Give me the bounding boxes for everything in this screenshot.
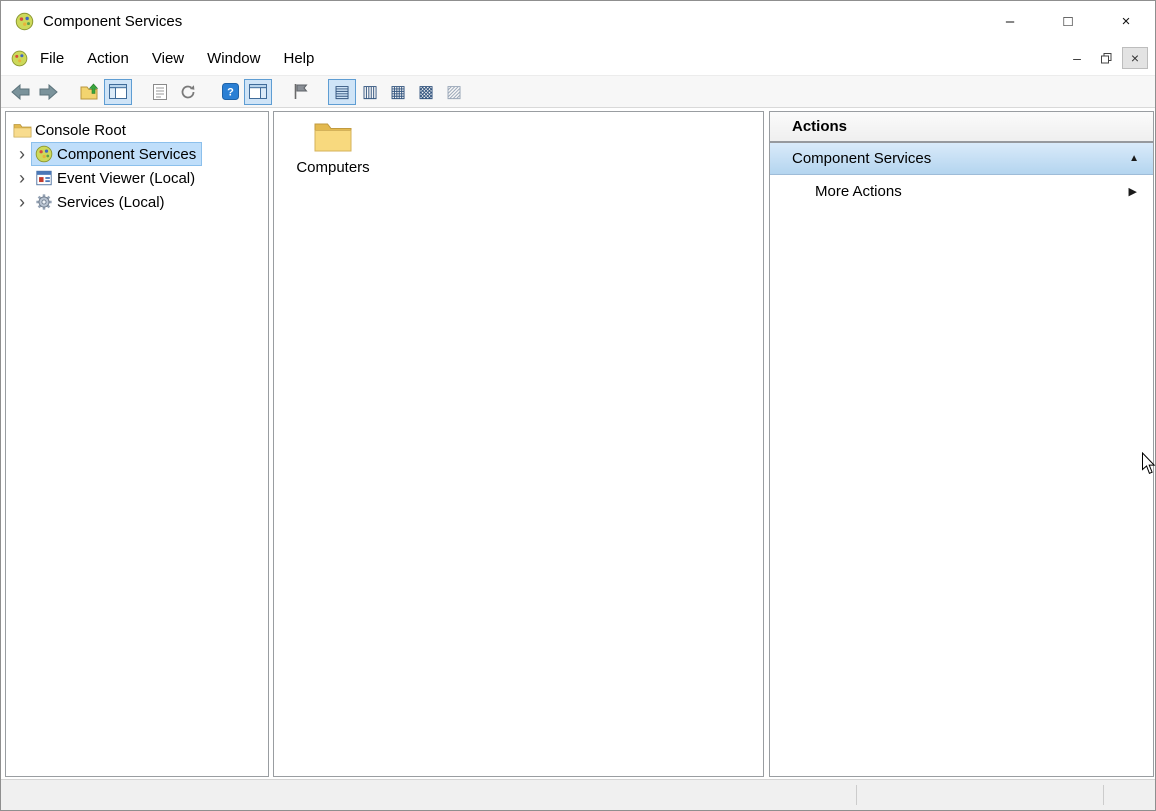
restore-icon	[1101, 53, 1112, 64]
event-viewer-icon	[34, 168, 54, 188]
child-restore-button[interactable]	[1093, 47, 1119, 69]
list-view-icon: ▦	[390, 83, 406, 100]
tree-item-label: Services (Local)	[57, 194, 165, 211]
flag-icon	[292, 83, 308, 100]
section-title: Component Services	[792, 150, 931, 167]
selected-highlight: Component Services	[32, 143, 201, 165]
list-view-button[interactable]: ▦	[384, 79, 412, 105]
services-gear-icon	[34, 192, 54, 212]
console-child-icon	[11, 50, 28, 67]
tree-item-label: Event Viewer (Local)	[57, 170, 195, 187]
small-icons-view-icon: ▥	[362, 83, 378, 100]
properties-sheet-icon	[153, 84, 167, 100]
collapse-section-icon[interactable]: ▲	[1129, 153, 1139, 164]
up-folder-icon	[80, 83, 100, 101]
up-one-level-button[interactable]	[76, 79, 104, 105]
tree-item-component-services[interactable]: › Component Services	[6, 142, 268, 166]
details-view-icon: ▩	[418, 83, 434, 100]
chevron-right-icon[interactable]: ›	[12, 193, 32, 211]
large-folder-icon	[313, 120, 353, 153]
help-button[interactable]: ?	[216, 79, 244, 105]
refresh-icon	[180, 84, 196, 100]
computers-folder-item[interactable]: Computers	[288, 120, 378, 176]
close-button[interactable]: ×	[1097, 1, 1155, 41]
forward-arrow-icon	[39, 84, 58, 100]
show-hide-console-tree-button[interactable]	[104, 79, 132, 105]
console-tree-pane: Console Root › Component Services ›	[5, 111, 269, 777]
menu-view[interactable]: View	[141, 45, 195, 72]
component-services-icon	[34, 144, 54, 164]
small-icons-view-button[interactable]: ▥	[356, 79, 384, 105]
refresh-button[interactable]	[174, 79, 202, 105]
title-bar: Component Services – □ ×	[1, 1, 1155, 41]
help-icon: ?	[222, 83, 239, 100]
actions-pane: Actions Component Services ▲ More Action…	[769, 111, 1154, 777]
chevron-right-icon[interactable]: ›	[12, 145, 32, 163]
child-minimize-button[interactable]: –	[1064, 47, 1090, 69]
export-list-button[interactable]	[286, 79, 314, 105]
folder-icon	[12, 120, 32, 140]
back-button[interactable]	[6, 79, 34, 105]
child-close-button[interactable]: ×	[1122, 47, 1148, 69]
window-controls: – □ ×	[981, 1, 1155, 41]
status-bar	[1, 779, 1155, 810]
window-title: Component Services	[43, 13, 182, 30]
actions-section-component-services[interactable]: Component Services ▲	[770, 143, 1153, 175]
menu-file[interactable]: File	[29, 45, 75, 72]
menu-window[interactable]: Window	[196, 45, 271, 72]
customize-view-button[interactable]: ▨	[440, 79, 468, 105]
details-view-button[interactable]: ▩	[412, 79, 440, 105]
console-tree-icon	[109, 84, 127, 99]
more-actions-label: More Actions	[815, 183, 902, 200]
status-separator	[856, 785, 857, 805]
menu-help[interactable]: Help	[272, 45, 325, 72]
component-services-window: Component Services – □ × File Action Vie…	[0, 0, 1156, 811]
action-pane-icon	[249, 84, 267, 99]
menu-bar: File Action View Window Help – ×	[1, 41, 1155, 76]
properties-button[interactable]	[146, 79, 174, 105]
component-services-app-icon	[15, 12, 34, 31]
toolbar: ? ▤ ▥ ▦ ▩	[1, 76, 1155, 108]
more-actions-item[interactable]: More Actions ▶	[770, 175, 1153, 208]
large-icons-view-button[interactable]: ▤	[328, 79, 356, 105]
customize-view-icon: ▨	[446, 83, 462, 100]
actions-pane-header: Actions	[770, 112, 1153, 143]
large-icons-view-icon: ▤	[334, 83, 350, 100]
item-label: Computers	[296, 159, 369, 176]
submenu-arrow-icon: ▶	[1129, 185, 1137, 198]
back-arrow-icon	[11, 84, 30, 100]
forward-button[interactable]	[34, 79, 62, 105]
child-window-controls: – ×	[1064, 47, 1148, 69]
actions-title: Actions	[792, 118, 847, 135]
tree-item-event-viewer[interactable]: › Event Viewer (Local)	[6, 166, 268, 190]
results-pane: Computers	[273, 111, 764, 777]
show-hide-action-pane-button[interactable]	[244, 79, 272, 105]
tree-item-label: Console Root	[35, 122, 126, 139]
tree-item-services[interactable]: › Services (Local)	[6, 190, 268, 214]
minimize-button[interactable]: –	[981, 1, 1039, 41]
status-separator	[1103, 785, 1104, 805]
tree-item-console-root[interactable]: Console Root	[6, 118, 268, 142]
maximize-button[interactable]: □	[1039, 1, 1097, 41]
tree-item-label: Component Services	[57, 146, 196, 163]
svg-text:?: ?	[227, 87, 234, 99]
menu-action[interactable]: Action	[76, 45, 140, 72]
chevron-right-icon[interactable]: ›	[12, 169, 32, 187]
